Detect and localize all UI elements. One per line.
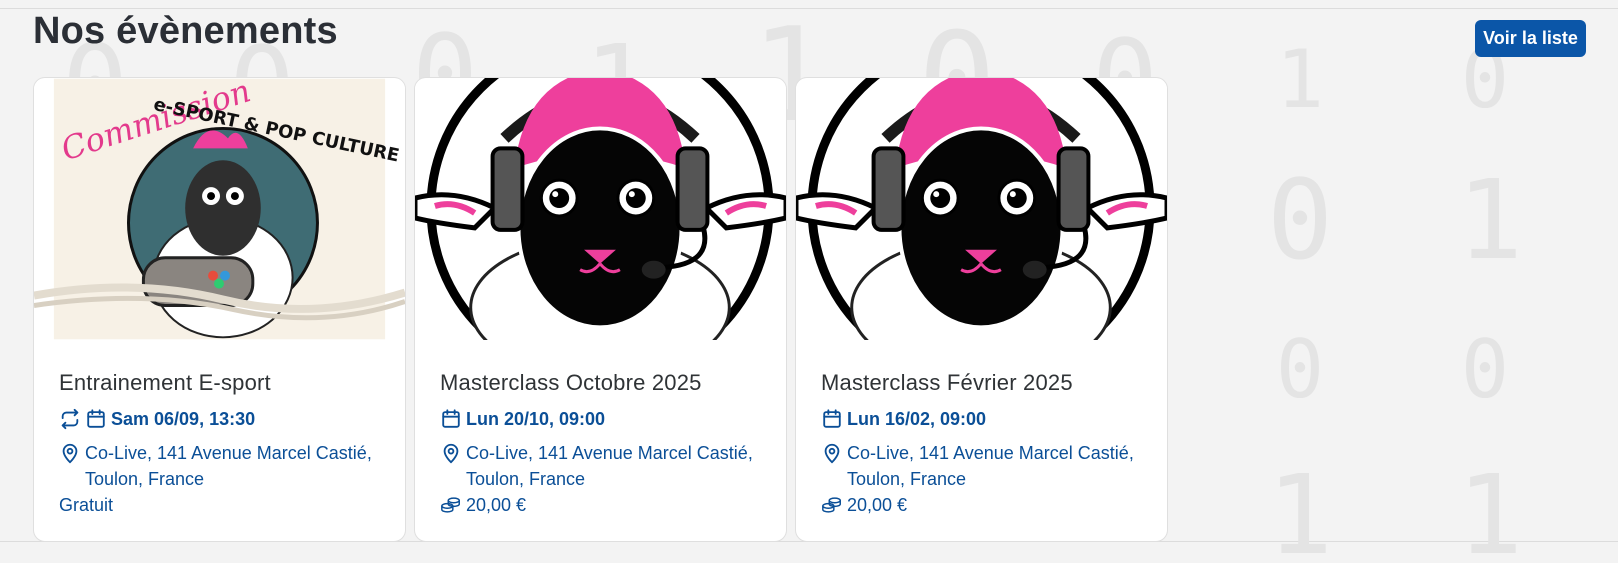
event-title[interactable]: Masterclass Février 2025 xyxy=(821,370,1147,396)
calendar-icon xyxy=(85,408,107,430)
event-location-line1: Co-Live, 141 Avenue Marcel Castié, xyxy=(85,443,372,463)
event-price-row: 20,00 € xyxy=(821,492,1147,518)
view-list-button[interactable]: Voir la liste xyxy=(1475,20,1586,57)
section-title: Nos évènements xyxy=(33,10,338,52)
event-card[interactable]: Commission e-SPORT & POP CULTURE Entrain… xyxy=(33,77,406,542)
bg-digit: 0 xyxy=(1275,323,1325,416)
location-pin-icon xyxy=(440,442,462,464)
event-price-row: 20,00 € xyxy=(440,492,766,518)
gamer-sheep-logo xyxy=(415,78,786,340)
bg-digit: 0 xyxy=(1460,323,1510,416)
event-date-row: Sam 06/09, 13:30 xyxy=(59,408,385,430)
event-image[interactable]: Commission e-SPORT & POP CULTURE xyxy=(34,78,405,340)
bg-digit: 1 xyxy=(1456,451,1524,563)
calendar-icon xyxy=(821,408,843,430)
bg-digit: 1 xyxy=(1275,33,1325,126)
event-location-line1: Co-Live, 141 Avenue Marcel Castié, xyxy=(466,443,753,463)
event-price: Gratuit xyxy=(59,495,114,515)
recurring-icon xyxy=(59,408,81,430)
gamer-sheep-logo xyxy=(796,78,1167,340)
event-location-line2: Toulon, France xyxy=(847,469,967,489)
event-image[interactable] xyxy=(415,78,786,340)
event-image[interactable] xyxy=(796,78,1167,340)
esport-sheep-logo: Commission e-SPORT & POP CULTURE xyxy=(34,78,405,340)
event-date: Lun 20/10, 09:00 xyxy=(466,408,606,429)
event-location-line1: Co-Live, 141 Avenue Marcel Castié, xyxy=(847,443,1134,463)
event-location: Co-Live, 141 Avenue Marcel Castié, Toulo… xyxy=(59,440,385,492)
event-location-line2: Toulon, France xyxy=(466,469,586,489)
event-card[interactable]: Masterclass Février 2025 Lun 16/02, 09:0… xyxy=(795,77,1168,542)
event-location: Co-Live, 141 Avenue Marcel Castié, Toulo… xyxy=(821,440,1147,492)
event-price: 20,00 € xyxy=(466,495,527,515)
bg-digit: 1 xyxy=(1456,156,1524,284)
event-title[interactable]: Masterclass Octobre 2025 xyxy=(440,370,766,396)
coins-icon xyxy=(821,494,843,516)
event-price-row: Gratuit xyxy=(59,492,385,518)
event-title[interactable]: Entrainement E-sport xyxy=(59,370,385,396)
event-date-row: Lun 16/02, 09:00 xyxy=(821,408,1147,430)
event-date: Lun 16/02, 09:00 xyxy=(847,408,987,429)
event-location-line2: Toulon, France xyxy=(85,469,205,489)
event-date: Sam 06/09, 13:30 xyxy=(111,408,256,429)
event-price: 20,00 € xyxy=(847,495,908,515)
event-location: Co-Live, 141 Avenue Marcel Castié, Toulo… xyxy=(440,440,766,492)
location-pin-icon xyxy=(59,442,81,464)
bg-digit: 1 xyxy=(1266,451,1334,563)
coins-icon xyxy=(440,494,462,516)
top-divider xyxy=(0,8,1618,9)
bg-digit: 0 xyxy=(1266,156,1334,284)
location-pin-icon xyxy=(821,442,843,464)
event-card[interactable]: Masterclass Octobre 2025 Lun 20/10, 09:0… xyxy=(414,77,787,542)
calendar-icon xyxy=(440,408,462,430)
event-date-row: Lun 20/10, 09:00 xyxy=(440,408,766,430)
